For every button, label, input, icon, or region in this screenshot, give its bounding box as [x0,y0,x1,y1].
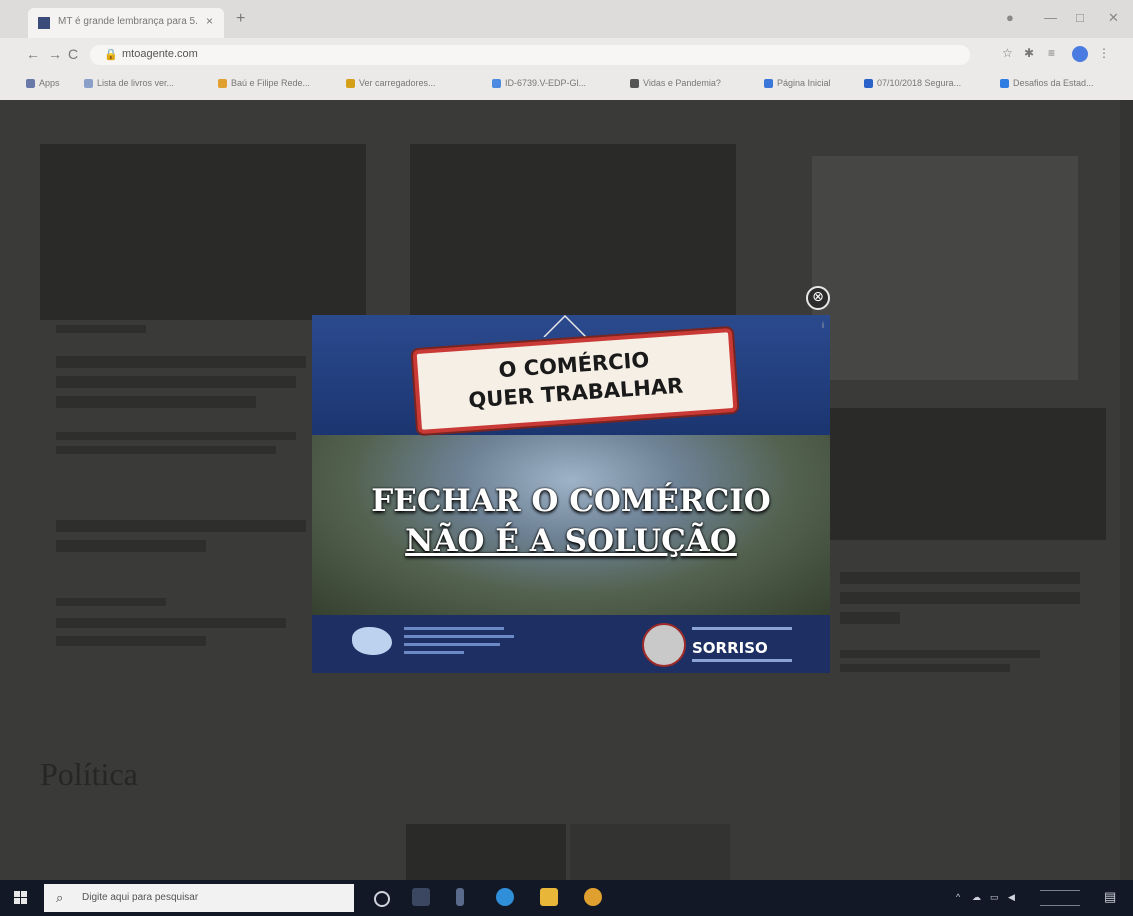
taskbar-search-box[interactable]: ⌕ Digite aqui para pesquisar [44,884,354,912]
bookmarks-bar: Apps Lista de livros ver... Baú e Filipe… [0,72,1133,98]
headline-line-1: FECHAR O COMÉRCIO [371,483,771,519]
brand-name: SORRISO [692,639,768,657]
article-image[interactable] [830,408,1106,540]
tab-close-icon[interactable]: × [206,14,213,28]
article-excerpt [56,432,296,440]
taskbar-app-icon[interactable] [456,888,464,906]
close-popup-button[interactable]: ⊗ [806,286,830,310]
bookmark-item[interactable]: Ver carregadores... [346,78,436,89]
extension-icon[interactable]: ☆ [1002,46,1013,60]
city-crest-icon [642,623,686,667]
article-title[interactable] [840,612,900,624]
headline-line-2: NÃO É A SOLUÇÃO [405,523,737,559]
extension-puzzle-icon[interactable]: ✱ [1024,46,1034,60]
popup-ad-banner[interactable]: O COMÉRCIO QUER TRABALHAR FECHAR O COMÉR… [312,315,830,673]
article-excerpt [840,664,1010,672]
profile-avatar[interactable] [1072,46,1088,62]
back-button[interactable]: ← [26,46,40,62]
bookmark-icon [346,79,355,89]
bookmark-item[interactable]: 07/10/2018 Segura... [864,78,961,89]
maximize-button[interactable]: □ [1076,10,1084,25]
clock-area[interactable] [1040,890,1080,906]
site-favicon-icon [38,17,50,29]
volume-icon[interactable]: ◀ [1008,892,1015,903]
chrome-icon[interactable] [584,888,602,906]
article-title[interactable] [56,618,286,628]
article-excerpt [840,650,1040,658]
close-window-button[interactable]: ✕ [1108,10,1119,26]
article-title[interactable] [840,592,1080,604]
article-title[interactable] [56,376,296,388]
browser-chrome: MT é grande lembrança para 5... × + ● — … [0,0,1133,100]
article-tag [56,325,146,333]
article-image[interactable] [570,824,730,880]
apps-icon [26,79,35,89]
file-explorer-icon[interactable] [540,888,558,906]
bookmark-icon [218,79,227,89]
search-placeholder: Digite aqui para pesquisar [82,892,199,903]
bookmark-item[interactable]: Vidas e Pandemia? [630,78,721,89]
bookmark-item[interactable]: Página Inicial [764,78,831,89]
sign-hanger [543,315,587,337]
footer-fine-print [404,627,514,659]
page-scrollbar[interactable] [1120,100,1133,880]
tab-active[interactable]: MT é grande lembrança para 5... × [28,8,224,38]
reload-button[interactable]: C [68,46,78,62]
article-tag [56,598,166,606]
windows-taskbar: ⌕ Digite aqui para pesquisar ^ ☁ ▭ ◀ ▤ [0,880,1133,916]
article-title[interactable] [56,356,306,368]
bookmark-item[interactable]: Desafios da Estad... [1000,78,1094,89]
article-title[interactable] [56,540,206,552]
article-image[interactable] [406,824,566,880]
section-heading: Política [40,756,138,792]
url-text[interactable]: mtoagente.com [122,48,198,60]
mato-grosso-map-icon [352,627,392,655]
banner-footer: SORRISO [312,615,830,673]
network-icon[interactable]: ▭ [990,892,999,903]
article-image[interactable] [40,144,366,320]
bookmark-item[interactable]: Lista de livros ver... [84,78,174,89]
address-bar[interactable]: 🔒 mtoagente.com [90,45,970,65]
bookmark-item[interactable]: ID-6739.V-EDP-Gl... [492,78,586,89]
tab-title: MT é grande lembrança para 5... [58,16,198,27]
bookmark-icon [864,79,873,89]
bookmark-item[interactable]: Baú e Filipe Rede... [218,78,310,89]
windows-start-icon[interactable] [14,891,28,905]
article-title[interactable] [56,520,306,532]
bookmark-icon [1000,79,1009,89]
ad-info-icon[interactable]: i [822,320,824,330]
article-excerpt [56,446,276,454]
address-row: ← → C 🔒 mtoagente.com [0,40,1133,70]
article-title[interactable] [840,572,1080,584]
profile-badge-icon[interactable]: ● [1006,10,1014,25]
bookmark-icon [84,79,93,89]
minimize-button[interactable]: — [1044,10,1057,25]
more-menu-icon[interactable]: ⋮ [1098,46,1110,60]
lock-icon: 🔒 [104,49,118,61]
notifications-icon[interactable]: ▤ [1104,889,1116,905]
bookmark-item[interactable]: Apps [26,78,60,89]
bookmark-icon [764,79,773,89]
bookmark-icon [630,79,639,89]
cortana-icon[interactable] [374,891,390,907]
extension-menu-icon[interactable]: ≡ [1048,46,1055,60]
article-image[interactable] [410,144,736,320]
onedrive-icon[interactable]: ☁ [972,892,981,903]
new-tab-button[interactable]: + [236,10,245,28]
search-icon: ⌕ [56,890,64,905]
ad-image[interactable] [812,156,1078,380]
forward-button[interactable]: → [48,46,62,62]
brand-top-line [692,627,792,630]
tray-chevron-icon[interactable]: ^ [956,892,960,902]
article-title[interactable] [56,396,256,408]
google-icon [492,79,501,89]
tab-bar: MT é grande lembrança para 5... × + ● — … [0,0,1133,38]
article-title[interactable] [56,636,206,646]
edge-icon[interactable] [496,888,514,906]
task-view-icon[interactable] [412,888,430,906]
brand-bottom-line [692,659,792,662]
